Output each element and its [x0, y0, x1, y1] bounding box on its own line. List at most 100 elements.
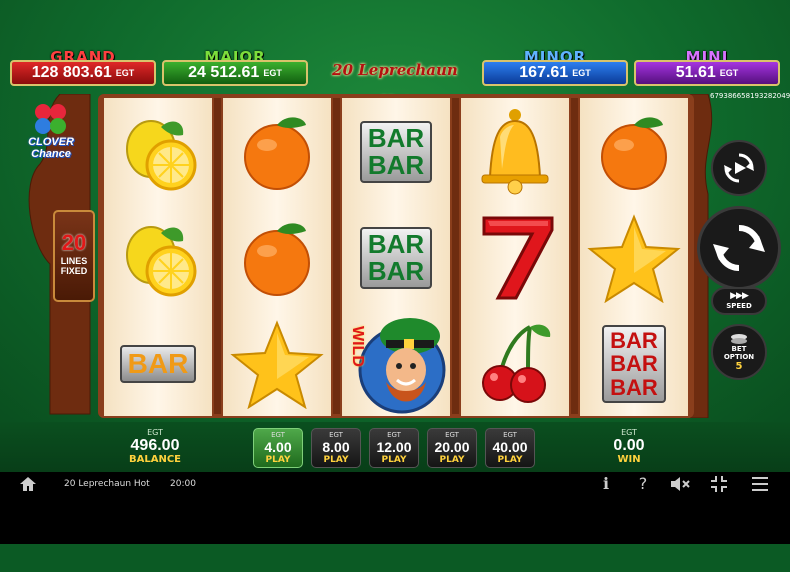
jackpot-mini-currency: EGT: [719, 68, 739, 78]
bet-option-value: 5: [735, 360, 743, 372]
autoplay-button[interactable]: [711, 140, 767, 196]
balance-display: EGT 496.00 BALANCE: [120, 428, 190, 465]
reel-3: BAR BAR BAR BAR WILD: [340, 98, 452, 416]
symbol-cherry: [461, 312, 569, 416]
bet-label: PLAY: [323, 455, 349, 465]
menu-icon[interactable]: [748, 474, 772, 494]
bet-option-button[interactable]: BET OPTION 5: [711, 324, 767, 380]
help-icon[interactable]: ?: [631, 474, 655, 494]
symbol-lemon: [104, 100, 212, 204]
wild-label: WILD: [349, 326, 366, 367]
symbol-double-bar: BAR BAR: [342, 100, 450, 204]
win-label: WIN: [617, 454, 641, 465]
bet-button-1[interactable]: EGT 4.00 PLAY: [253, 428, 303, 468]
win-currency: EGT: [621, 428, 637, 437]
bet-value: 20.00: [434, 439, 470, 455]
bar-label: BAR: [367, 122, 425, 153]
win-value: 0.00: [613, 437, 645, 454]
balance-label: BALANCE: [128, 454, 181, 465]
jackpot-major-currency: EGT: [263, 68, 282, 78]
spin-icon: [713, 225, 765, 271]
symbol-orange: [223, 100, 331, 204]
bet-label: PLAY: [381, 455, 407, 465]
seven-icon: [482, 216, 554, 300]
bet-value: 12.00: [376, 439, 412, 455]
bar-label: BAR: [610, 374, 658, 400]
star-icon: [230, 320, 324, 409]
jackpot-minor-currency: EGT: [572, 68, 591, 78]
mute-icon[interactable]: [668, 474, 692, 494]
bar-label: BAR: [367, 150, 425, 180]
symbol-orange: [580, 100, 688, 204]
jackpot-grand-currency: EGT: [115, 68, 135, 78]
bet-button-2[interactable]: EGT 8.00 PLAY: [311, 428, 361, 468]
bet-label: PLAY: [265, 455, 291, 465]
bar-label: BAR: [367, 228, 425, 259]
lines-fixed-label: FIXED: [60, 266, 88, 276]
clock: 20:00: [170, 479, 196, 489]
bet-label: PLAY: [497, 455, 523, 465]
symbol-lemon: [104, 206, 212, 310]
reel-1: BAR: [102, 98, 214, 416]
symbol-bell: [461, 100, 569, 204]
reel-5: BAR BAR BAR: [578, 98, 690, 416]
bar-label: BAR: [610, 328, 658, 354]
speed-label: SPEED: [726, 302, 752, 310]
symbol-star: [223, 312, 331, 416]
balance-currency: EGT: [147, 428, 163, 437]
star-icon: [587, 214, 681, 303]
symbol-bar: BAR: [104, 312, 212, 416]
bar-label: BAR: [367, 256, 425, 286]
speed-button[interactable]: ▶▶▶ SPEED: [711, 287, 767, 315]
symbol-seven: [461, 206, 569, 310]
bet-button-4[interactable]: EGT 20.00 PLAY: [427, 428, 477, 468]
bet-value: 40.00: [492, 439, 528, 455]
orange-icon: [601, 117, 667, 190]
toolbar: 20 Leprechaun Hot 20:00 i ?: [0, 472, 790, 497]
jackpot-grand: GRAND 128 803.61 EGT: [10, 48, 156, 88]
bottom-strip: [0, 544, 790, 572]
jackpot-minor-value: 167.61: [519, 64, 569, 81]
clover-logo-line1: CLOVER: [28, 136, 74, 148]
balance-value: 496.00: [130, 437, 180, 454]
bet-value: 4.00: [264, 439, 292, 455]
autoplay-icon: [724, 153, 754, 183]
clover-chance-logo: CLOVER Chance: [18, 100, 84, 162]
orange-icon: [244, 223, 310, 296]
symbol-double-bar: BAR BAR: [342, 206, 450, 310]
jackpot-major-value: 24 512.61: [188, 64, 260, 81]
bet-value: 8.00: [322, 439, 350, 455]
symbol-triple-bar: BAR BAR BAR: [580, 312, 688, 416]
clover-logo-line2: Chance: [31, 148, 71, 160]
lines-number: 20: [61, 230, 87, 255]
info-icon[interactable]: i: [594, 474, 618, 494]
jackpot-minor: MINOR 167.61 EGT: [482, 48, 628, 88]
triple-bar-label: BAR BAR BAR: [602, 325, 666, 403]
jackpot-minor-box: 167.61 EGT: [482, 60, 628, 86]
bell-icon: [481, 109, 549, 195]
bet-option-label: BET: [731, 344, 747, 353]
bar-label: BAR: [119, 345, 197, 383]
jackpot-grand-box: 128 803.61 EGT: [10, 60, 156, 86]
reel-2: [221, 98, 333, 416]
spin-button[interactable]: [697, 206, 781, 290]
bet-button-3[interactable]: EGT 12.00 PLAY: [369, 428, 419, 468]
jackpot-mini-box: 51.61 EGT: [634, 60, 780, 86]
fullscreen-icon[interactable]: [707, 474, 731, 494]
bet-button-5[interactable]: EGT 40.00 PLAY: [485, 428, 535, 468]
symbol-wild-leprechaun: WILD: [342, 312, 450, 416]
jackpot-major-box: 24 512.61 EGT: [162, 60, 308, 86]
home-icon[interactable]: [16, 474, 40, 494]
lines-label: LINES: [60, 256, 88, 266]
lemon-icon: [126, 226, 197, 297]
reel-4: [459, 98, 571, 416]
bet-label: PLAY: [439, 455, 465, 465]
coins-icon: [731, 333, 747, 344]
double-bar-label: BAR BAR: [359, 226, 433, 290]
orange-icon: [244, 117, 310, 190]
double-bar-label: BAR BAR: [359, 120, 433, 184]
symbol-star: [580, 206, 688, 310]
jackpot-mini: MINI 51.61 EGT: [634, 48, 780, 88]
win-display: EGT 0.00 WIN: [596, 428, 662, 465]
bar-label: BAR: [610, 351, 658, 377]
